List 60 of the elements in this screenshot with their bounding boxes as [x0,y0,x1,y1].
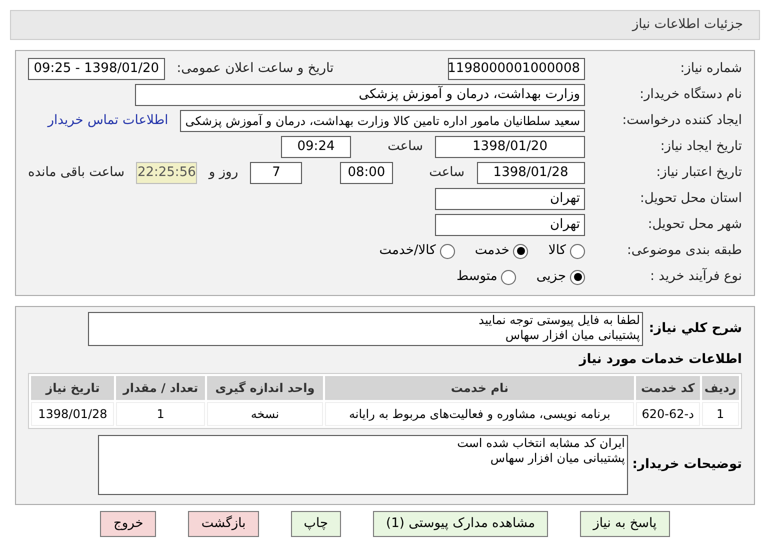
text-field[interactable]: 1398/01/20 [435,136,585,158]
radio-button[interactable] [570,244,585,258]
contact-link[interactable]: اطلاعات تماس خریدار [48,111,168,131]
field-label: نام دستگاه خریدار: [638,86,742,104]
text-field[interactable]: 1198000001000008 [448,58,585,80]
field-label: استان محل تحویل: [639,190,742,208]
field-label: ساعت باقی مانده [28,164,124,182]
table-cell: برنامه نویسی، مشاوره و فعالیت‌های مربوط به رایانه [325,402,634,426]
table-cell: د-62-620 [636,402,700,426]
column-header: واحد اندازه گیری [206,376,324,400]
field-label: ساعت [386,138,423,156]
field-label: شماره نیاز: [679,60,742,78]
field-label: تاریخ و ساعت اعلان عمومی: [176,60,334,78]
radio-label: کالا/خدمت [379,242,436,260]
field-label: توضیحات خریدار: [632,456,742,474]
field-label: تاریخ ایجاد نیاز: [659,138,742,156]
column-header: تعداد / مقدار [116,376,205,400]
column-header: تاریخ نیاز [31,376,114,400]
table-cell: 1 [702,402,739,426]
field-label: ایجاد کننده درخواست: [621,112,742,130]
column-header: نام خدمت [325,376,634,400]
text-field[interactable]: 1398/01/28 [476,162,585,184]
action-button[interactable]: چاپ [290,510,341,536]
radio-button[interactable] [501,270,516,284]
column-header: ردیف [702,376,739,400]
radio-label: متوسط [456,268,498,286]
field-label: شرح کلي نياز: [648,320,742,338]
text-field[interactable]: وزارت بهداشت، درمان و آموزش پزشکی [135,84,585,106]
radio-button[interactable] [570,270,585,284]
text-field[interactable]: 08:00 [340,162,393,184]
radio-button[interactable] [440,244,455,258]
field-label: تاریخ اعتبار نیاز: [655,164,742,182]
section-title: اطلاعات خدمات مورد نیاز [579,351,742,369]
radio-label: خدمت [474,242,510,260]
radio-label: جزیی [536,268,566,286]
text-field[interactable]: 09:24 [281,136,351,158]
field-label: ساعت [428,164,465,182]
summary-textarea[interactable]: لطفا به فایل پیوستی توجه نمایید پشتیبانی میان افزار سهاس [88,312,643,346]
action-button[interactable]: مشاهده مدارک پیوستی (1) [373,510,548,536]
text-field[interactable]: 1398/01/20 - 09:25 [28,58,165,80]
notes-textarea[interactable]: ایران کد مشابه انتخاب شده است پشتیبانی میان افزار سهاس [98,434,628,494]
action-button[interactable]: بازگشت [188,510,259,536]
text-field[interactable]: 7 [250,162,302,184]
table-cell: نسخه [206,402,324,426]
action-button[interactable]: پاسخ به نیاز [580,510,670,536]
text-field[interactable]: سعید سلطانیان مامور اداره تامین کالا وزارت بهداشت، درمان و آموزش پزشکی [180,110,585,132]
field-label: شهر محل تحویل: [646,216,742,234]
text-field[interactable]: تهران [435,188,585,210]
radio-button[interactable] [513,244,528,258]
action-button[interactable]: خروج [100,510,156,536]
page-title: جزئیات اطلاعات نیاز [632,16,743,34]
field-label: روز و [208,164,238,182]
text-field[interactable]: تهران [435,214,585,236]
countdown-field: 22:25:56 [136,162,197,184]
column-header: کد خدمت [636,376,700,400]
radio-label: کالا [548,242,566,260]
table-cell: 1398/01/28 [31,402,114,426]
field-label: طبقه بندی موضوعی: [626,242,742,260]
field-label: نوع فرآیند خرید : [649,267,742,286]
table-cell: 1 [116,402,205,426]
